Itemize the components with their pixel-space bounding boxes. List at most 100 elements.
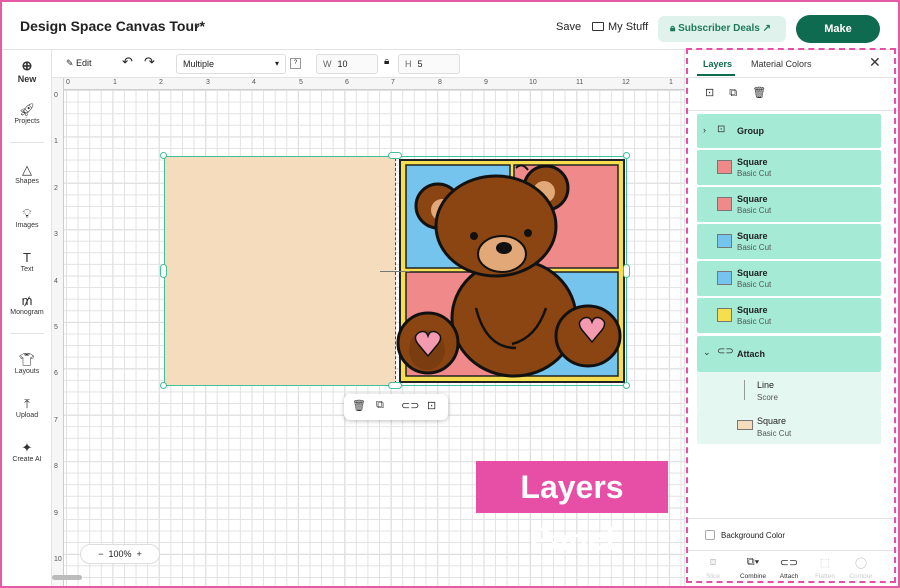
attach-icon: ⊂⊃ [717,346,734,357]
color-swatch[interactable] [717,160,732,174]
background-color-checkbox[interactable] [705,530,715,540]
duplicate-icon[interactable]: ⧉ [376,399,384,412]
resize-handle[interactable] [388,382,402,389]
color-swatch[interactable] [717,197,732,211]
make-button[interactable]: Make [796,15,880,43]
lightbulb-icon: 💡︎ [22,206,32,221]
trash-icon[interactable]: 🗑︎ [352,399,366,412]
sidebar-item-text[interactable]: T Text [2,250,52,273]
trash-icon[interactable]: 🗑︎ [752,87,766,99]
ruler-tick: 7 [54,417,58,424]
resize-handle[interactable] [160,152,167,159]
edit-button[interactable]: ✎ Edit [66,58,92,69]
sidebar-item-new[interactable]: ⊕ New [2,58,52,84]
horizontal-scrollbar[interactable] [52,575,82,580]
group-icon[interactable]: ⊡ [705,87,714,99]
my-stuff-button[interactable]: My Stuff [592,21,648,33]
subscriber-deals-button[interactable]: 🔒︎ Subscriber Deals ↗ [658,16,786,42]
sparkle-icon: ✦ [21,440,33,455]
attach-icon[interactable]: ⊂⊃ [401,399,419,412]
selection-box[interactable] [164,156,627,386]
resize-handle[interactable] [160,382,167,389]
app-header: Design Space Canvas Tour* ⌄ Save My Stuf… [2,2,898,50]
text-icon: T [23,250,31,265]
sidebar-item-monogram[interactable]: ₥ Monogram [2,293,52,316]
layer-square[interactable]: Square Basic Cut [697,298,881,333]
group-icon[interactable]: ⊡ [427,399,436,412]
slice-icon[interactable]: ⧈ [693,556,733,569]
zoom-out-button[interactable]: − [98,549,108,559]
resize-handle[interactable] [388,152,402,159]
ruler-tick: 2 [159,79,163,86]
chevron-down-icon[interactable]: ⌄ [703,347,711,358]
tab-layers[interactable]: Layers [703,59,732,69]
operation-select[interactable]: Multiple ▾ [176,54,286,74]
project-title[interactable]: Design Space Canvas Tour* [20,18,205,34]
chevron-down-icon: ▾ [274,59,279,68]
combine-button[interactable]: Combine [733,573,773,580]
color-swatch[interactable] [717,271,732,285]
ruler-tick: 10 [54,556,62,563]
flatten-icon[interactable]: ⬚ [805,556,845,569]
contour-icon[interactable]: ◯ [841,556,881,569]
color-swatch[interactable] [717,308,732,322]
tab-material-colors[interactable]: Material Colors [751,59,812,69]
ruler-tick: 8 [54,463,58,470]
plus-circle-icon: ⊕ [21,58,33,73]
line-swatch [744,380,745,400]
horizontal-ruler: 0 1 2 3 4 5 6 7 8 9 10 11 12 1 [52,78,684,90]
zoom-in-button[interactable]: + [132,549,142,559]
ruler-tick: 3 [206,79,210,86]
sidebar-item-upload[interactable]: ⤒ Upload [2,396,52,419]
ruler-tick: 9 [484,79,488,86]
flatten-button[interactable]: Flatten [805,573,845,580]
attach-icon[interactable]: ⊂⊃ [769,556,809,569]
layer-line[interactable]: Line Score [697,372,881,410]
ruler-tick: 4 [252,79,256,86]
layer-square[interactable]: Square Basic Cut [697,261,881,296]
layer-group[interactable]: › ⊡ Group [697,114,881,148]
edit-toolbar: ✎ Edit ↶ ↷ Multiple ▾ ? W 10 🔒︎ H5 [52,50,684,78]
monogram-icon: ₥ [21,293,33,308]
redo-icon[interactable]: ↷ [144,54,155,70]
sidebar-item-shapes[interactable]: △ Shapes [2,162,52,185]
layer-square[interactable]: Square Basic Cut [697,224,881,259]
sidebar-item-images[interactable]: 💡︎ Images [2,206,52,229]
shapes-icon: △ [22,162,32,177]
layer-square[interactable]: Square Basic Cut [697,187,881,222]
resize-handle[interactable] [623,264,630,278]
sidebar-item-projects[interactable]: 🚀︎ Projects [2,102,52,125]
chevron-right-icon[interactable]: › [703,125,706,135]
sidebar-item-create-ai[interactable]: ✦ Create AI [2,440,52,463]
chevron-down-icon[interactable]: ⌄ [192,17,202,31]
ruler-tick: 0 [66,79,70,86]
save-button[interactable]: Save [556,21,581,33]
selection-quick-toolbar: 🗑︎ ⧉ ⊂⊃ ⊡ [344,394,448,420]
width-field[interactable]: W 10 [316,54,378,74]
layer-square[interactable]: Square Basic Cut [697,150,881,185]
combine-icon[interactable]: ⧉▾ [733,556,773,569]
resize-handle[interactable] [623,382,630,389]
duplicate-icon[interactable]: ⧉ [729,87,737,99]
lock-icon[interactable]: 🔒︎ [384,56,389,67]
slice-button[interactable]: Slice [693,573,733,580]
attach-button[interactable]: Attach [769,573,809,580]
layer-attach[interactable]: ⌄ ⊂⊃ Attach [697,336,881,372]
sidebar-item-layouts[interactable]: 👕︎ Layouts [2,352,52,375]
ruler-tick: 1 [669,79,673,86]
ruler-tick: 1 [113,79,117,86]
color-swatch[interactable] [737,420,753,430]
resize-handle[interactable] [623,152,630,159]
contour-button[interactable]: Contour [841,573,881,580]
help-icon[interactable]: ? [290,58,301,69]
undo-icon[interactable]: ↶ [122,54,133,70]
divider [685,77,899,78]
layer-square[interactable]: Square Basic Cut [697,410,881,444]
edit-icon: ✎ [66,58,77,68]
height-field[interactable]: H5 [398,54,460,74]
resize-handle[interactable] [160,264,167,278]
ruler-tick: 10 [529,79,537,86]
color-swatch[interactable] [717,234,732,248]
vertical-ruler: 0 1 2 3 4 5 6 7 8 9 10 [52,78,64,586]
close-icon[interactable]: ✕ [869,54,881,71]
